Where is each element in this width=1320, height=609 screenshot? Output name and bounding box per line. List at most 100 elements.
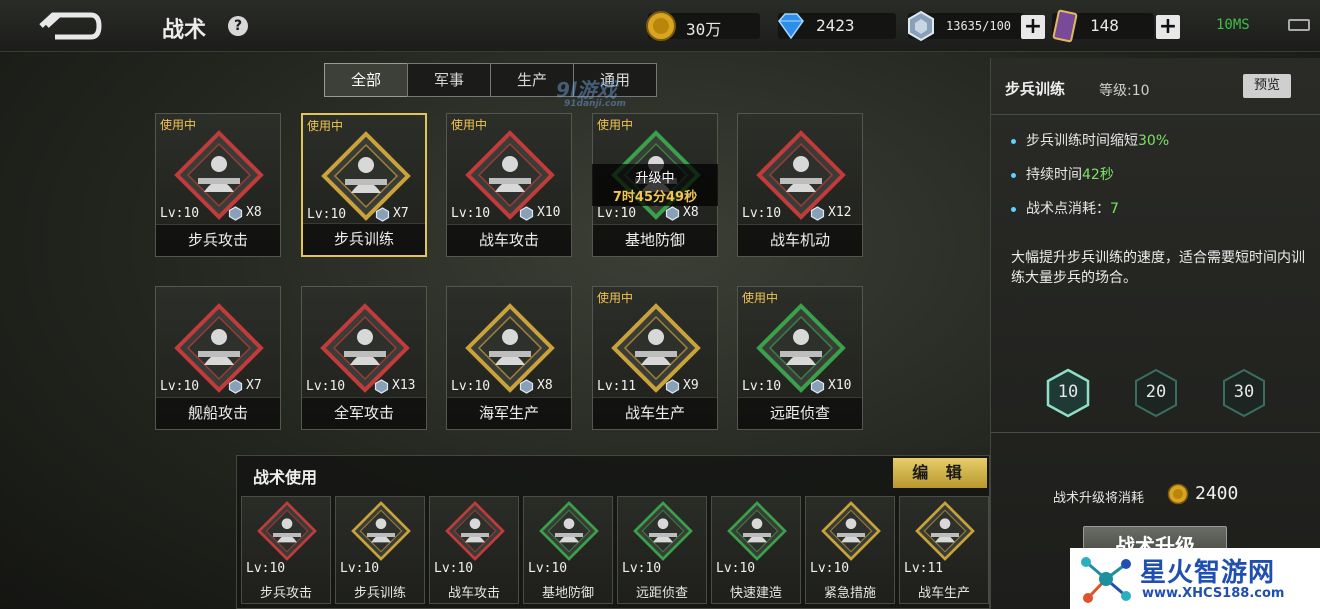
level-30-button[interactable]: 30 — [1219, 368, 1269, 418]
tactic-use-bar: 战术使用 编 辑 Lv:10 步兵攻击 Lv:10 步兵训练 Lv:10 战车攻击 Lv:1… — [236, 455, 990, 609]
tactic-emblem — [727, 501, 787, 561]
crystal-resource: 13635/100 — [908, 10, 1024, 42]
slot-name: 紧急措施 — [823, 586, 876, 601]
add-crystal-button[interactable]: + — [1021, 15, 1045, 39]
tactic-card[interactable]: 使用中 Lv:10 X7 步兵训练 — [301, 113, 427, 257]
tactic-name: 战车生产 — [593, 397, 717, 429]
page-title: 战术 — [162, 18, 207, 43]
slot-name: 战车生产 — [917, 586, 970, 601]
watermark: 9l游戏 91danji.com — [556, 78, 626, 109]
tactic-level: Lv:10 — [742, 379, 782, 394]
network-logo-icon — [1081, 557, 1131, 603]
tactic-name: 战车攻击 — [447, 224, 571, 256]
crystal-icon — [519, 206, 534, 221]
tactic-point-cost: X10 — [810, 378, 851, 394]
slot-level: Lv:10 — [434, 561, 474, 576]
bullet-icon — [1011, 206, 1016, 212]
tactic-emblem — [351, 501, 411, 561]
tactic-emblem-icon — [445, 501, 505, 561]
tactic-emblem — [633, 501, 693, 561]
help-button[interactable]: ? — [228, 16, 248, 36]
upgrading-overlay: 升级中 7时45分49秒 — [592, 164, 718, 206]
tactic-slot[interactable]: Lv:10 远距侦查 — [617, 496, 707, 604]
gold-resource: 30万 — [646, 11, 760, 41]
tactic-card[interactable]: Lv:10 X7 舰船攻击 — [155, 286, 281, 430]
card-value: 148 — [1090, 16, 1119, 35]
tactic-card[interactable]: Lv:10 X13 全军攻击 — [301, 286, 427, 430]
tactic-emblem — [257, 501, 317, 561]
site-watermark: 星火智游网 www.XHCS188.com — [1070, 548, 1320, 609]
diamond-value: 2423 — [816, 16, 855, 35]
top-bar: 战术 ? 30万 2423 13635/100 + 148 + 10MS — [0, 0, 1320, 52]
slot-name: 快速建造 — [729, 586, 782, 601]
tactic-emblem — [915, 501, 975, 561]
tactic-slot[interactable]: Lv:10 战车攻击 — [429, 496, 519, 604]
detail-level: 等级:10 — [1099, 83, 1150, 99]
tactic-card[interactable]: Lv:10 X8 海军生产 — [446, 286, 572, 430]
crystal-icon — [810, 206, 825, 221]
tactic-point-cost: X7 — [375, 206, 409, 222]
tactic-slot[interactable]: Lv:11 战车生产 — [899, 496, 989, 604]
tactic-name: 海军生产 — [447, 397, 571, 429]
tactic-level: Lv:10 — [451, 206, 491, 221]
tactic-slot[interactable]: Lv:10 步兵训练 — [335, 496, 425, 604]
tactic-emblem — [821, 501, 881, 561]
in-use-badge: 使用中 — [597, 291, 634, 305]
diamond-icon — [778, 13, 804, 40]
tactic-level: Lv:10 — [306, 379, 346, 394]
tactic-emblem-icon — [539, 501, 599, 561]
card-resource: 148 — [1052, 9, 1154, 43]
tactic-level: Lv:10 — [307, 207, 347, 222]
upgrading-label: 升级中 — [635, 171, 675, 186]
tactic-level: Lv:10 — [597, 206, 637, 221]
edit-button[interactable]: 编 辑 — [893, 458, 987, 488]
tactic-name: 远距侦查 — [738, 397, 862, 429]
tactic-card[interactable]: 使用中 Lv:10 X10 远距侦查 — [737, 286, 863, 430]
tactic-card[interactable]: 使用中 Lv:11 X9 战车生产 — [592, 286, 718, 430]
card-icon — [1052, 9, 1078, 43]
tactic-point-cost: X9 — [665, 378, 699, 394]
level-10-button[interactable]: 10 — [1043, 368, 1093, 418]
tactic-slot[interactable]: Lv:10 基地防御 — [523, 496, 613, 604]
tactic-slot[interactable]: Lv:10 步兵攻击 — [241, 496, 331, 604]
level-20-button[interactable]: 20 — [1131, 368, 1181, 418]
tactic-name: 基地防御 — [593, 224, 717, 256]
tactic-emblem-icon — [727, 501, 787, 561]
add-card-button[interactable]: + — [1156, 15, 1180, 39]
tactic-emblem — [445, 501, 505, 561]
battery-icon — [1288, 19, 1310, 31]
in-use-badge: 使用中 — [742, 291, 779, 305]
crystal-icon — [810, 379, 825, 394]
tactic-point-cost: X13 — [374, 378, 415, 394]
tactic-card[interactable]: 使用中 Lv:10 X8 步兵攻击 — [155, 113, 281, 257]
tactic-card[interactable]: 使用中 Lv:10 X10 战车攻击 — [446, 113, 572, 257]
tab-military[interactable]: 军事 — [407, 63, 491, 97]
tactic-point-cost: X10 — [519, 205, 560, 221]
tactic-emblem-icon — [351, 501, 411, 561]
tab-all[interactable]: 全部 — [324, 63, 408, 97]
back-button[interactable] — [18, 8, 118, 44]
tactic-card[interactable]: Lv:10 X12 战车机动 — [737, 113, 863, 257]
brand-url: www.XHCS188.com — [1142, 586, 1285, 601]
tactic-emblem-icon — [915, 501, 975, 561]
tactic-point-cost: X7 — [228, 378, 262, 394]
effect-item: 步兵训练时间缩短30% — [1011, 130, 1169, 150]
tactic-level: Lv:10 — [160, 379, 200, 394]
in-use-badge: 使用中 — [451, 118, 488, 132]
tactic-name: 步兵训练 — [303, 223, 425, 255]
tactic-point-cost: X8 — [665, 205, 699, 221]
crystal-icon — [228, 206, 243, 221]
preview-button[interactable]: 预览 — [1243, 74, 1291, 98]
tactic-slot[interactable]: Lv:10 紧急措施 — [805, 496, 895, 604]
crystal-icon — [665, 206, 680, 221]
bullet-icon — [1011, 172, 1016, 178]
slot-name: 远距侦查 — [635, 586, 688, 601]
tactic-slot[interactable]: Lv:10 快速建造 — [711, 496, 801, 604]
gold-value: 30万 — [686, 20, 722, 39]
tactic-emblem-icon — [257, 501, 317, 561]
slot-level: Lv:10 — [622, 561, 662, 576]
divider — [991, 114, 1320, 115]
tactic-card[interactable]: 使用中 升级中 7时45分49秒 Lv:10 X8 基地防御 — [592, 113, 718, 257]
in-use-badge: 使用中 — [160, 118, 197, 132]
effect-item: 持续时间42秒 — [1011, 164, 1114, 184]
